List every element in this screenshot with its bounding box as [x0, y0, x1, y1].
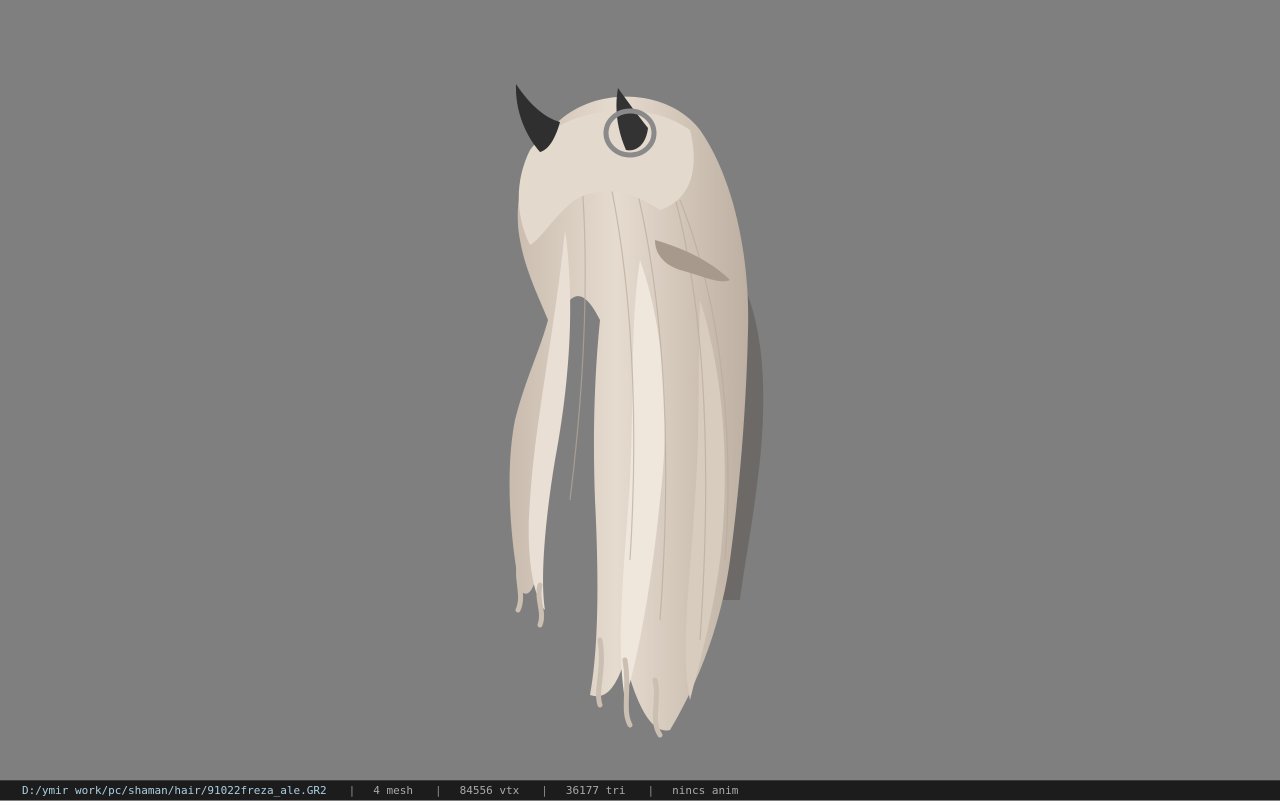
status-bar: D:/ymir work/pc/shaman/hair/91022freza_a… — [0, 780, 1280, 800]
separator: | — [541, 783, 548, 797]
separator: | — [348, 783, 356, 797]
separator: | — [435, 783, 442, 797]
hair-model-render — [509, 84, 764, 738]
3d-viewport[interactable] — [0, 0, 1280, 780]
mesh-count: 4 mesh — [373, 783, 414, 797]
vertex-count: 84556 vtx — [459, 783, 520, 797]
triangle-count: 36177 tri — [565, 783, 626, 797]
file-path: D:/ymir work/pc/shaman/hair/91022freza_a… — [22, 783, 327, 797]
separator: | — [647, 783, 655, 797]
anim-status: nincs anim — [672, 783, 739, 797]
